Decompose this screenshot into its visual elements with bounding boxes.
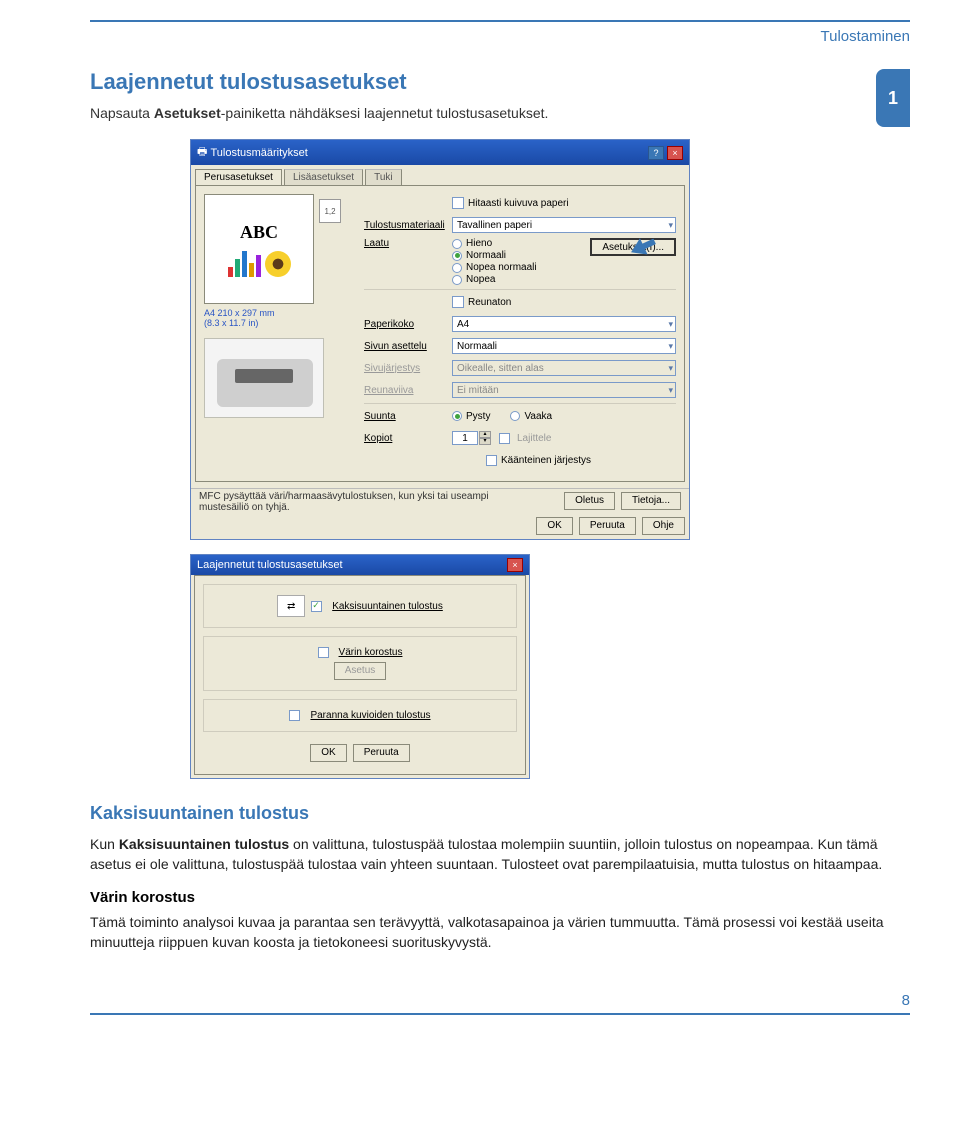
ok-button-2[interactable]: OK [310,744,346,762]
para-bidi: Kun Kaksisuuntainen tulostus on valittun… [90,834,910,875]
dialog-titlebar: 🖶 Tulostusmääritykset ? × [191,140,689,165]
tab-support[interactable]: Tuki [365,169,402,185]
borderless-checkbox[interactable] [452,296,464,308]
tab-basic[interactable]: Perusasetukset [195,169,282,185]
color-checkbox[interactable] [318,647,329,658]
page-preview: ABC 1,2 [204,194,314,304]
dialog2-titlebar: Laajennetut tulostusasetukset × [191,555,529,575]
quality-fast[interactable]: Nopea [452,274,537,285]
about-button[interactable]: Tietoja... [621,492,681,510]
section-header: Tulostaminen [90,28,910,45]
ok-button[interactable]: OK [536,517,572,535]
bidi-icon: ⇄ [277,595,305,617]
help-button[interactable]: Ohje [642,517,685,535]
orient-landscape[interactable]: Vaaka [510,411,552,422]
printer-icon: 🖶 [197,143,210,162]
color-settings-button: Asetus [334,662,387,680]
extended-settings-dialog: Laajennetut tulostusasetukset × ⇄ Kaksis… [190,554,530,779]
quality-fastnorm[interactable]: Nopea normaali [452,262,537,273]
slowdry-checkbox[interactable] [452,197,464,209]
sunflower-icon [265,251,291,277]
cancel-button-2[interactable]: Peruuta [353,744,410,762]
close-icon[interactable]: × [507,558,523,572]
heading-bidi: Kaksisuuntainen tulostus [90,803,910,824]
pattern-checkbox[interactable] [289,710,300,721]
info-note: MFC pysäyttää väri/harmaasävytulostuksen… [199,489,529,513]
cancel-button[interactable]: Peruuta [579,517,636,535]
tab-advanced[interactable]: Lisäasetukset [284,169,363,185]
order-select: Oikealle, sitten alas [452,360,676,376]
quality-fine[interactable]: Hieno [452,238,537,249]
page-count-icon: 1,2 [319,199,341,223]
orient-portrait[interactable]: Pysty [452,411,490,422]
close-icon[interactable]: × [667,146,683,160]
printer-illustration [204,338,324,418]
layout-select[interactable]: Normaali [452,338,676,354]
quality-normal[interactable]: Normaali [452,250,537,261]
heading-color: Värin korostus [90,889,910,906]
print-settings-dialog: 🖶 Tulostusmääritykset ? × Perusasetukset… [190,139,690,540]
para-color: Tämä toiminto analysoi kuvaa ja parantaa… [90,912,910,953]
defaults-button[interactable]: Oletus [564,492,615,510]
chapter-badge: 1 [876,69,910,127]
page-title: Laajennetut tulostusasetukset [90,69,860,95]
copies-spinner[interactable]: ▴▾ [452,431,491,445]
media-select[interactable]: Tavallinen paperi [452,217,676,233]
help-icon[interactable]: ? [648,146,664,160]
bidi-checkbox[interactable] [311,601,322,612]
paper-size-info: A4 210 x 297 mm (8.3 x 11.7 in) [204,308,354,328]
intro-text: Napsauta Asetukset-painiketta nähdäksesi… [90,105,860,121]
borderline-select: Ei mitään [452,382,676,398]
papersize-select[interactable]: A4 [452,316,676,332]
reverse-checkbox[interactable] [486,455,497,466]
page-number: 8 [90,992,910,1009]
